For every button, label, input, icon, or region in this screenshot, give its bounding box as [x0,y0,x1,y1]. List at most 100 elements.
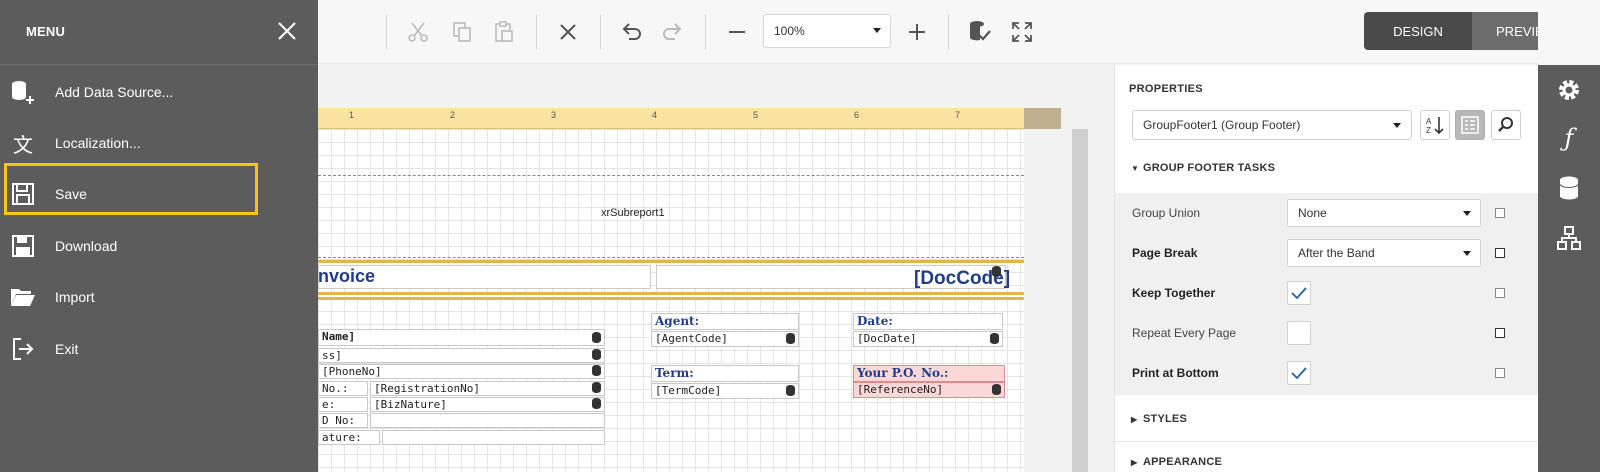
redo-icon[interactable] [654,14,690,50]
section-group-footer-tasks[interactable]: ▼ GROUP FOOTER TASKS [1115,148,1539,188]
validate-data-icon[interactable] [962,14,998,50]
collapse-icon: ▼ [1131,163,1140,173]
paste-icon[interactable] [486,14,522,50]
zoom-in-icon[interactable] [899,14,935,50]
strip-header [1538,0,1600,65]
section-styles[interactable]: ▶ STYLES [1115,399,1539,439]
menu-item-exit[interactable]: Exit [0,326,318,372]
sort-alphabetical-button[interactable]: AZ [1420,110,1450,140]
checkmark-icon [1291,367,1307,380]
date-label[interactable]: Date: [853,313,1003,330]
agent-field[interactable]: [AgentCode] [651,331,799,347]
property-row-keep-together: Keep Together [1115,273,1539,313]
categorized-view-button[interactable] [1455,110,1485,140]
database-icon [992,266,1001,277]
database-icon [786,385,795,396]
design-mode-button[interactable]: DESIGN [1364,12,1472,50]
section-label: STYLES [1143,413,1187,425]
property-marker[interactable] [1495,208,1505,218]
zoom-value: 100% [774,24,805,38]
id-no-field[interactable] [370,413,605,428]
print-at-bottom-checkbox[interactable] [1287,361,1311,385]
design-surface[interactable]: 1 2 3 4 5 6 7 xrSubreport1 nvoice [DocCo… [318,65,1114,472]
agent-label[interactable]: Agent: [651,313,799,330]
copy-icon[interactable] [444,14,480,50]
property-marker[interactable] [1495,248,1505,258]
ruler-mark: 2 [450,110,456,120]
add-data-source-icon [10,79,36,105]
section-label: APPEARANCE [1143,456,1223,468]
signature-field[interactable] [382,430,605,445]
menu-item-highlight [4,163,258,215]
band-boundary [318,175,1024,176]
dropdown-value: After the Band [1298,246,1375,260]
expand-icon: ▶ [1131,457,1138,467]
signature-label[interactable]: ature: [318,430,380,445]
menu-item-label: Localization... [55,135,141,151]
undo-icon[interactable] [614,14,650,50]
page-break-dropdown[interactable]: After the Band [1287,239,1481,267]
dropdown-value: None [1298,206,1327,220]
biz-nature-label[interactable]: e: [318,397,368,412]
report-explorer-icon[interactable] [1552,221,1586,255]
close-icon[interactable] [276,20,298,42]
cut-icon[interactable] [400,14,436,50]
download-icon [10,233,36,259]
ruler-mark: 7 [955,110,961,120]
database-icon [592,365,601,376]
report-page[interactable]: xrSubreport1 nvoice [DocCode] Name] ss] … [318,129,1024,472]
menu-item-download[interactable]: Download [0,223,318,269]
menu-item-import[interactable]: Import [0,274,318,320]
svg-text:Z: Z [1426,126,1431,135]
property-marker[interactable] [1495,288,1505,298]
horizontal-ruler: 1 2 3 4 5 6 7 [318,108,1061,129]
chevron-down-icon [1463,211,1471,216]
component-selector[interactable]: GroupFooter1 (Group Footer) [1132,110,1412,140]
customer-name-field[interactable]: Name] [318,329,605,346]
term-label[interactable]: Term: [651,365,799,382]
fullscreen-icon[interactable] [1004,14,1040,50]
section-appearance[interactable]: ▶ APPEARANCE [1115,442,1539,472]
property-marker[interactable] [1495,368,1505,378]
repeat-every-page-checkbox[interactable] [1287,321,1311,345]
chevron-down-icon [1463,251,1471,256]
toolbar-separator [386,14,387,50]
po-field[interactable]: [ReferenceNo] [853,382,1005,398]
property-row-group-union: Group Union None [1115,193,1539,233]
gear-icon[interactable] [1552,73,1586,107]
registration-label[interactable]: No.: [318,381,368,396]
property-row-print-at-bottom: Print at Bottom [1115,353,1539,393]
property-row-page-break: Page Break After the Band [1115,233,1539,273]
subreport-control[interactable]: xrSubreport1 [601,207,665,219]
band-boundary [318,257,1024,258]
id-no-label[interactable]: D No: [318,413,368,428]
menu-item-label: Download [55,238,118,254]
toolbar-separator [536,14,537,50]
phone-field[interactable]: [PhoneNo] [318,364,605,379]
registration-field[interactable]: [RegistrationNo] [370,381,605,396]
date-field[interactable]: [DocDate] [853,331,1003,347]
search-icon[interactable] [1491,110,1521,140]
database-icon[interactable] [1552,171,1586,205]
delete-icon[interactable] [550,14,586,50]
band-border [318,292,1024,295]
invoice-title[interactable]: nvoice [318,266,375,287]
database-icon [592,398,601,409]
band-border [318,260,1024,263]
menu-item-label: Import [55,289,95,305]
biz-nature-field[interactable]: [BizNature] [370,397,605,412]
group-union-dropdown[interactable]: None [1287,199,1481,227]
address-field[interactable]: ss] [318,348,605,363]
properties-panel: PROPERTIES GroupFooter1 (Group Footer) A… [1114,65,1539,472]
menu-item-add-data-source[interactable]: Add Data Source... [0,69,318,115]
function-icon[interactable]: ƒ [1552,121,1586,155]
zoom-select[interactable]: 100% [763,14,891,48]
property-marker[interactable] [1495,328,1505,338]
term-field[interactable]: [TermCode] [651,383,799,399]
zoom-out-icon[interactable] [719,14,755,50]
property-row-repeat-every-page: Repeat Every Page [1115,313,1539,353]
menu-item-localization[interactable]: 文 Localization... [0,120,318,166]
keep-together-checkbox[interactable] [1287,281,1311,305]
panel-switcher: ƒ [1538,65,1600,472]
po-label[interactable]: Your P.O. No.: [853,365,1005,382]
